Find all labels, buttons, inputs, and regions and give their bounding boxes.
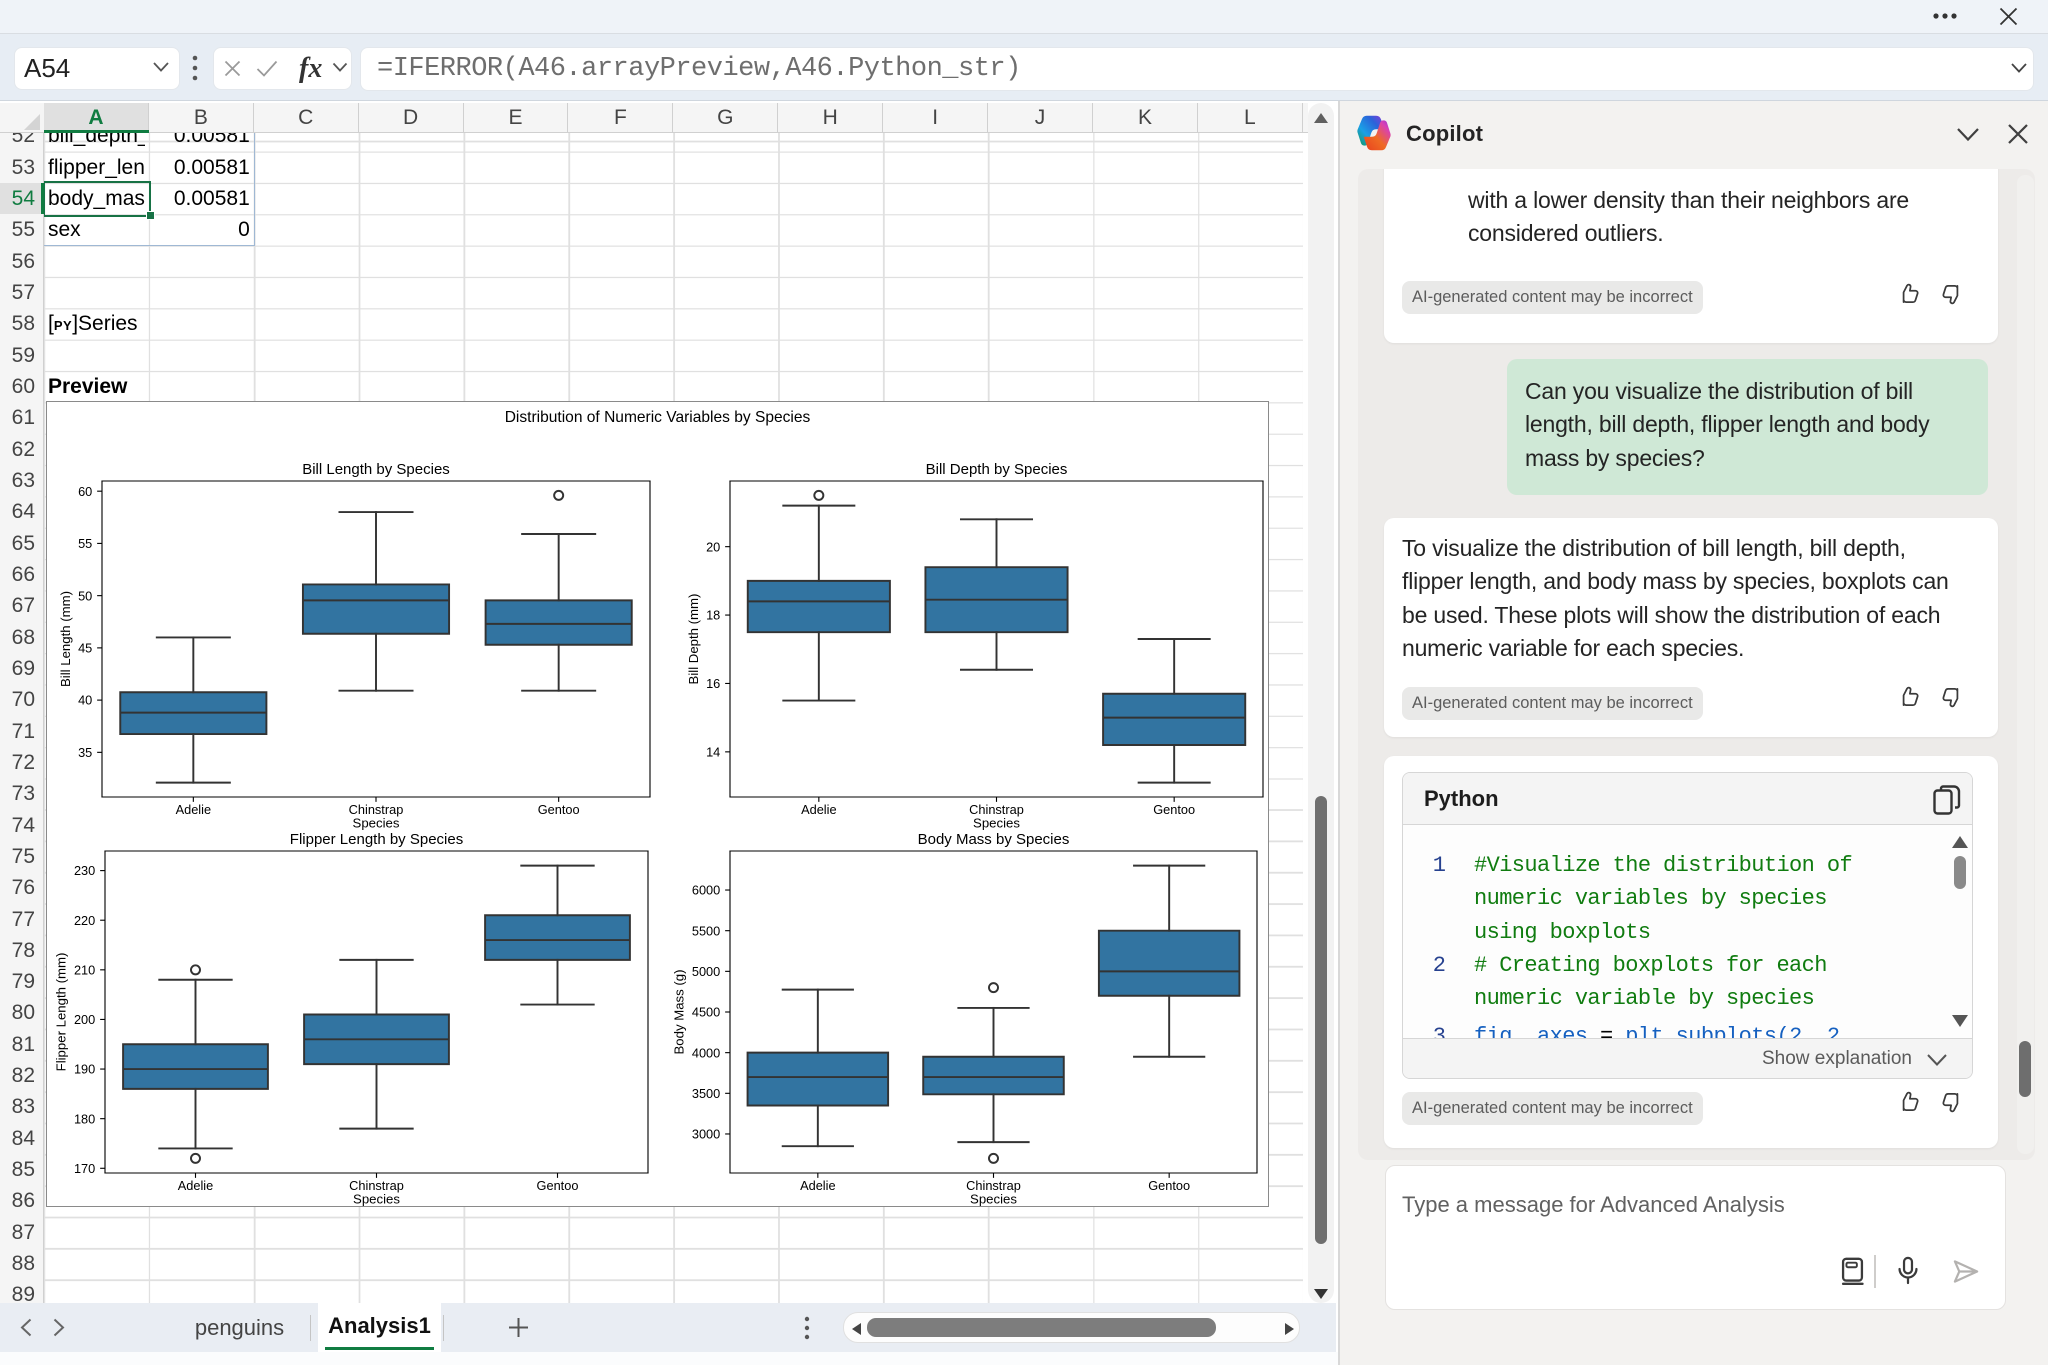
svg-text:6000: 6000: [692, 883, 720, 898]
svg-text:180: 180: [74, 1111, 95, 1126]
svg-text:Gentoo: Gentoo: [1153, 802, 1195, 817]
svg-text:Flipper Length (mm): Flipper Length (mm): [54, 953, 69, 1072]
svg-text:35: 35: [78, 745, 92, 760]
svg-text:60: 60: [78, 484, 92, 499]
svg-text:45: 45: [78, 641, 92, 656]
svg-text:200: 200: [74, 1012, 95, 1027]
svg-text:Bill Length by Species: Bill Length by Species: [302, 461, 450, 478]
svg-text:Bill Depth by Species: Bill Depth by Species: [926, 461, 1068, 478]
svg-text:55: 55: [78, 536, 92, 551]
svg-text:Adelie: Adelie: [176, 802, 212, 817]
svg-text:4000: 4000: [692, 1045, 720, 1060]
svg-text:230: 230: [74, 863, 95, 878]
svg-text:3500: 3500: [692, 1086, 720, 1101]
svg-text:Body Mass by Species: Body Mass by Species: [918, 831, 1070, 848]
svg-text:Distribution of Numeric Variab: Distribution of Numeric Variables by Spe…: [505, 409, 811, 426]
svg-text:40: 40: [78, 693, 92, 708]
svg-text:18: 18: [706, 608, 720, 623]
svg-text:Adelie: Adelie: [801, 802, 837, 817]
svg-text:Bill Length (mm): Bill Length (mm): [58, 591, 73, 687]
svg-text:Species: Species: [353, 816, 400, 831]
svg-text:20: 20: [706, 539, 720, 554]
svg-text:5500: 5500: [692, 923, 720, 938]
svg-text:Adelie: Adelie: [800, 1178, 836, 1193]
svg-text:5000: 5000: [692, 964, 720, 979]
svg-text:Bill Depth (mm): Bill Depth (mm): [686, 594, 701, 685]
svg-text:14: 14: [706, 744, 720, 759]
svg-text:190: 190: [74, 1062, 95, 1077]
svg-text:Species: Species: [970, 1192, 1017, 1206]
svg-text:210: 210: [74, 962, 95, 977]
svg-text:Gentoo: Gentoo: [537, 1178, 579, 1193]
svg-text:Gentoo: Gentoo: [538, 802, 580, 817]
svg-text:16: 16: [706, 676, 720, 691]
svg-text:Flipper Length by Species: Flipper Length by Species: [290, 831, 463, 848]
svg-text:220: 220: [74, 913, 95, 928]
svg-text:4500: 4500: [692, 1005, 720, 1020]
svg-text:Species: Species: [353, 1192, 400, 1206]
svg-text:Gentoo: Gentoo: [1148, 1178, 1190, 1193]
svg-text:Adelie: Adelie: [178, 1178, 214, 1193]
svg-text:Body Mass (g): Body Mass (g): [672, 969, 687, 1054]
svg-text:170: 170: [74, 1161, 95, 1176]
svg-text:3000: 3000: [692, 1127, 720, 1142]
svg-text:Species: Species: [973, 816, 1020, 831]
svg-text:50: 50: [78, 588, 92, 603]
